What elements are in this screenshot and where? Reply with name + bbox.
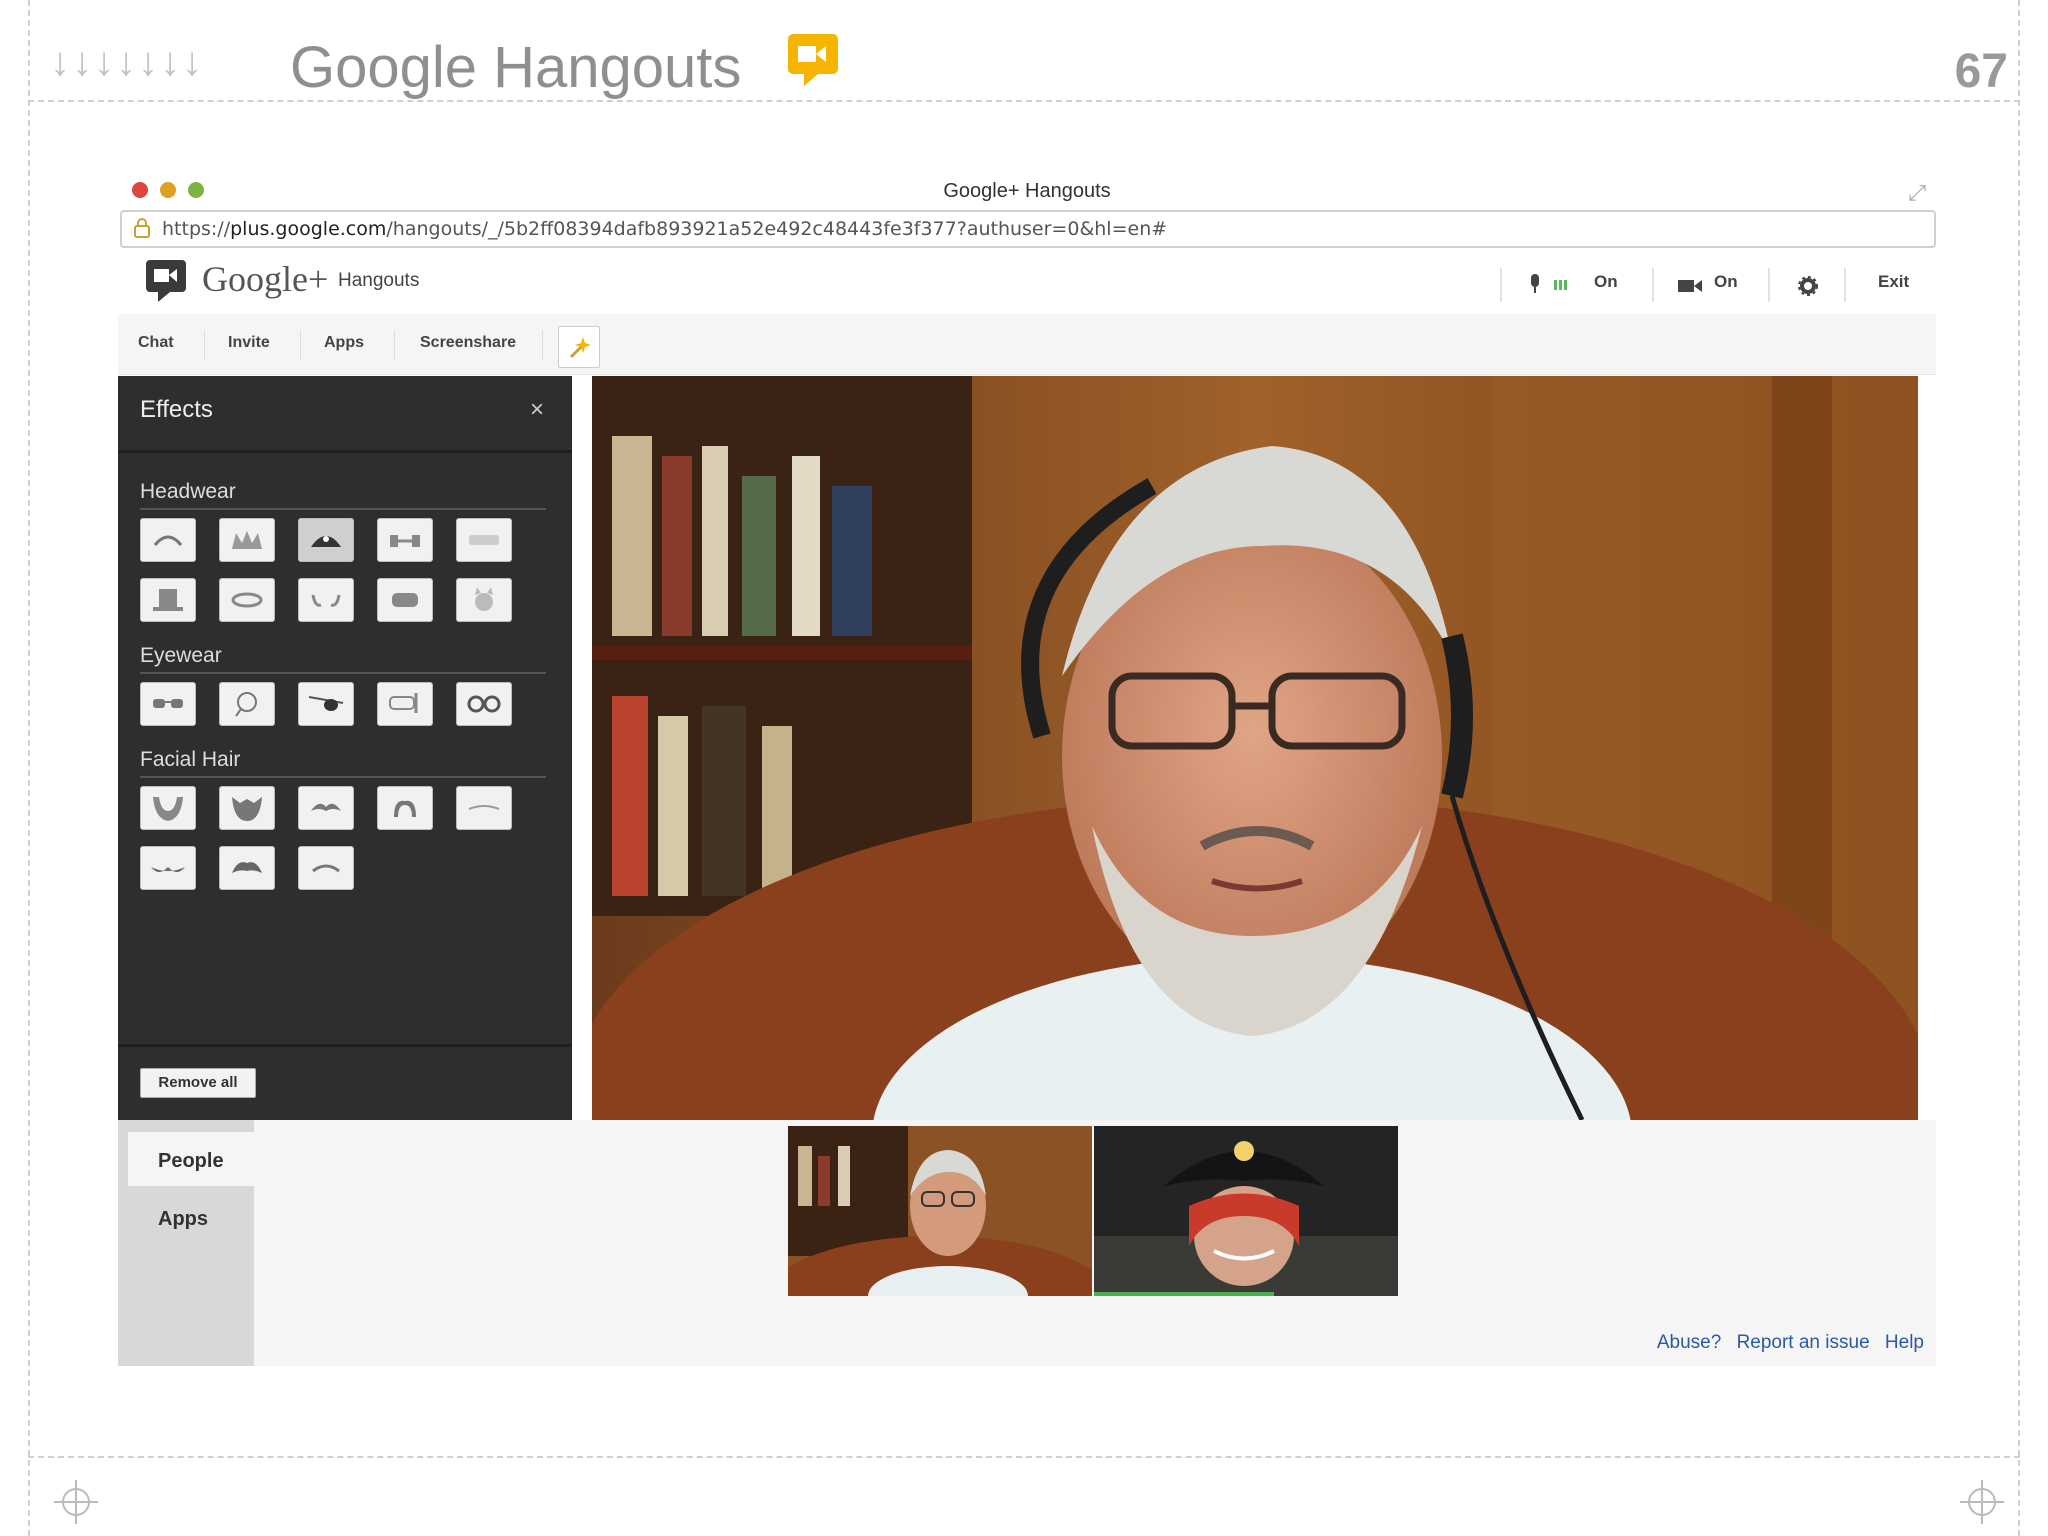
- tab-people-label: People: [158, 1150, 224, 1172]
- toolbar-divider: [542, 330, 543, 360]
- fullscreen-icon[interactable]: ⤢: [1908, 180, 1926, 206]
- effect-tile-handlebar-mustache[interactable]: [140, 846, 196, 890]
- section-underline: [140, 508, 546, 510]
- header-divider: [1768, 268, 1770, 302]
- effect-tile-round-glasses[interactable]: [456, 682, 512, 726]
- arrows-decoration: ↓↓↓↓↓↓↓: [50, 40, 204, 84]
- crosshair-icon: [54, 1480, 98, 1524]
- effect-tile-mustache[interactable]: [298, 786, 354, 830]
- exit-button[interactable]: Exit: [1878, 272, 1909, 292]
- slide-header: ↓↓↓↓↓↓↓ Google Hangouts 67: [50, 14, 2028, 104]
- camera-icon[interactable]: [1678, 278, 1704, 294]
- sparkle-wand-icon: [569, 337, 591, 359]
- effect-tile-horns[interactable]: [298, 578, 354, 622]
- screenshare-button[interactable]: Screenshare: [420, 334, 516, 352]
- participant-thumbnail-image: [788, 1126, 1092, 1296]
- effect-tile-walrus-mustache[interactable]: [219, 846, 275, 890]
- product-name: Hangouts: [338, 270, 420, 291]
- header-divider: [1844, 268, 1846, 302]
- effect-tile-beard[interactable]: [140, 786, 196, 830]
- sidebar-tabs: People Apps: [118, 1120, 254, 1366]
- window-title: Google+ Hangouts: [943, 180, 1111, 202]
- tab-apps-label: Apps: [158, 1208, 208, 1230]
- slide-title: Google Hangouts: [290, 35, 742, 100]
- mic-icon[interactable]: [1528, 274, 1574, 296]
- header-divider: [1652, 268, 1654, 302]
- slide-number: 67: [1954, 45, 2008, 98]
- toolbar-divider: [394, 330, 395, 360]
- effect-tile-helmet[interactable]: [377, 578, 433, 622]
- effects-title: Effects: [140, 396, 213, 423]
- effect-tile-pencil-mustache[interactable]: [456, 786, 512, 830]
- camera-state[interactable]: On: [1714, 272, 1738, 292]
- gear-icon[interactable]: [1798, 276, 1818, 296]
- browser-window: Google+ Hangouts ⤢ https://plus.google.c…: [118, 170, 1936, 1366]
- main-video-feed: [592, 376, 1918, 1120]
- slide-frame-left: [28, 0, 30, 1536]
- effect-tile-snorkel-mask[interactable]: [377, 682, 433, 726]
- effects-panel: Effects × Headwear Eyewear Facial Hair R…: [118, 376, 572, 1120]
- bottom-area: People Apps Abuse? Report an issue Help: [118, 1120, 1936, 1366]
- effect-tile-eyepatch[interactable]: [298, 682, 354, 726]
- effect-tile-crown[interactable]: [219, 518, 275, 562]
- app-header: Google+ Hangouts On On Exit: [118, 250, 1936, 314]
- tab-apps[interactable]: Apps: [128, 1190, 254, 1244]
- section-headwear: Headwear: [140, 480, 236, 503]
- abuse-link[interactable]: Abuse?: [1657, 1332, 1721, 1353]
- panel-divider: [118, 450, 572, 453]
- effect-tile-top-hat[interactable]: [140, 578, 196, 622]
- url-text: https://plus.google.com/hangouts/_/5b2ff…: [162, 218, 1167, 240]
- effect-tile-thin-mustache[interactable]: [298, 846, 354, 890]
- section-underline: [140, 776, 546, 778]
- toolbar-divider: [204, 330, 205, 360]
- effect-tile-visor[interactable]: [456, 518, 512, 562]
- participant-thumbnail[interactable]: [788, 1126, 1092, 1296]
- remove-all-button[interactable]: Remove all: [140, 1068, 256, 1098]
- participant-video-image: [592, 376, 1918, 1120]
- footer-links: Abuse? Report an issue Help: [1647, 1332, 1924, 1354]
- panel-divider: [118, 1044, 572, 1047]
- effect-tile-headband[interactable]: [140, 518, 196, 562]
- report-issue-link[interactable]: Report an issue: [1737, 1332, 1870, 1353]
- toolbar-divider: [300, 330, 301, 360]
- close-effects-button[interactable]: ×: [530, 396, 544, 424]
- hangout-toolbar: Chat Invite Apps Screenshare: [118, 314, 1936, 375]
- effect-tile-monocle[interactable]: [219, 682, 275, 726]
- url-path: /hangouts/_/5b2ff08394dafb893921a52e492c…: [386, 218, 1168, 240]
- slide-frame-right: [2018, 0, 2020, 1536]
- section-facial-hair: Facial Hair: [140, 748, 241, 771]
- effect-tile-headphones[interactable]: [377, 518, 433, 562]
- effect-tile-full-beard[interactable]: [219, 786, 275, 830]
- url-scheme: https://: [162, 218, 231, 240]
- effect-tile-animal-ears[interactable]: [456, 578, 512, 622]
- section-underline: [140, 672, 546, 674]
- window-titlebar: Google+ Hangouts ⤢: [118, 170, 1936, 206]
- effect-tile-horseshoe-mustache[interactable]: [377, 786, 433, 830]
- participant-thumbnail-image: [1094, 1126, 1398, 1296]
- mic-state[interactable]: On: [1594, 272, 1618, 292]
- slide-footer-divider: [28, 1456, 2020, 1458]
- effect-tile-halo[interactable]: [219, 578, 275, 622]
- url-host: plus.google.com: [230, 218, 387, 240]
- effect-tile-pirate-hat[interactable]: [298, 518, 354, 562]
- tab-people[interactable]: People: [128, 1132, 254, 1186]
- section-eyewear: Eyewear: [140, 644, 222, 667]
- apps-button[interactable]: Apps: [324, 334, 364, 352]
- lock-icon: [134, 218, 150, 238]
- effect-tile-sunglasses[interactable]: [140, 682, 196, 726]
- help-link[interactable]: Help: [1885, 1332, 1924, 1353]
- google-plus-wordmark: Google+: [202, 259, 329, 299]
- hangouts-logo-icon: [784, 30, 844, 95]
- hangouts-app-icon: [146, 260, 186, 302]
- address-bar[interactable]: https://plus.google.com/hangouts/_/5b2ff…: [120, 210, 1936, 248]
- crosshair-icon: [1960, 1480, 2004, 1524]
- effects-button[interactable]: [558, 326, 600, 368]
- header-divider: [1500, 268, 1502, 302]
- chat-button[interactable]: Chat: [138, 334, 174, 352]
- participant-thumbnail[interactable]: [1094, 1126, 1398, 1296]
- invite-button[interactable]: Invite: [228, 334, 270, 352]
